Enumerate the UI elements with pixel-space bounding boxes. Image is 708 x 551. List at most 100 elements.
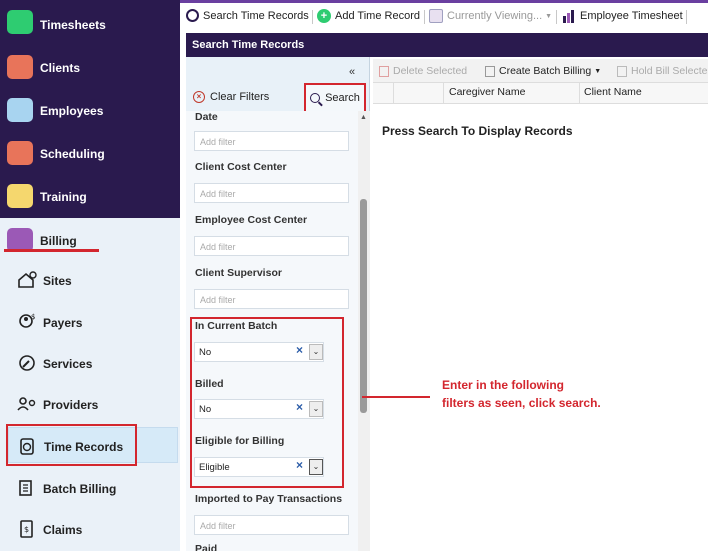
subnav-item-claims[interactable]: $ Claims (0, 511, 180, 547)
subnav-label: Sites (43, 274, 72, 288)
column-header-client[interactable]: Client Name (584, 86, 642, 98)
empty-state-message: Press Search To Display Records (382, 124, 573, 138)
nav-item-clients[interactable]: Clients (0, 49, 180, 85)
nav-item-timesheets[interactable]: Timesheets (0, 6, 180, 42)
caret-down-icon: ▼ (594, 67, 602, 75)
collapse-icon[interactable]: « (349, 66, 355, 78)
nav-label: Scheduling (40, 147, 105, 161)
column-divider (393, 83, 394, 104)
employee-timesheet-button[interactable]: Employee Timesheet (562, 9, 683, 23)
divider (312, 10, 313, 24)
scroll-up-icon[interactable]: ▲ (360, 114, 367, 121)
subnav-label: Payers (43, 316, 83, 330)
main-nav: Timesheets Clients Employees Scheduling … (0, 0, 180, 218)
nav-label: Timesheets (40, 18, 106, 32)
subnav-label: Claims (43, 523, 83, 537)
button-label: Add Time Record (335, 10, 420, 22)
annotation-box-filters (190, 317, 344, 488)
house-gear-icon (18, 271, 37, 288)
timesheets-icon (7, 10, 33, 34)
subnav-label: Batch Billing (43, 482, 117, 496)
grid-header: Caregiver Name Client Name (373, 83, 708, 104)
filter-label-paid: Paid (195, 543, 218, 551)
column-divider (579, 83, 580, 104)
hold-bill-selected-button[interactable]: Hold Bill Selecte (617, 65, 707, 77)
create-batch-billing-button[interactable]: Create Batch Billing ▼ (485, 65, 601, 77)
nav-item-employees[interactable]: Employees (0, 92, 180, 128)
button-label: Create Batch Billing (499, 65, 592, 77)
annotation-line-1: Enter in the following (442, 378, 564, 392)
filter-label-client-supervisor: Client Supervisor (195, 267, 282, 279)
button-label: Search (325, 92, 360, 104)
button-label: Clear Filters (210, 91, 270, 103)
subnav-label: Services (43, 357, 93, 371)
filter-label-employee-cost-center: Employee Cost Center (195, 214, 308, 226)
search-icon (310, 93, 321, 103)
nav-item-billing[interactable]: Billing (0, 222, 180, 258)
person-key-icon (17, 397, 36, 411)
search-icon (186, 9, 199, 22)
bar-chart-icon (563, 10, 574, 23)
billing-label: Billing (40, 234, 77, 248)
annotation-pointer-line (362, 396, 430, 398)
currently-viewing-dropdown[interactable]: Currently Viewing... ▼ (429, 9, 552, 23)
nav-item-scheduling[interactable]: Scheduling (0, 135, 180, 171)
divider (686, 10, 687, 24)
annotation-underline (4, 249, 99, 252)
annotation-text: Enter in the following filters as seen, … (442, 376, 601, 412)
filter-scrollbar[interactable]: ▲ (358, 111, 370, 551)
delete-selected-button[interactable]: Delete Selected (379, 65, 467, 77)
window-icon (429, 9, 443, 23)
filter-label-date: Date (195, 111, 218, 123)
column-header-caregiver[interactable]: Caregiver Name (449, 86, 525, 98)
subnav-item-payers[interactable]: $ Payers (0, 304, 180, 340)
subnav-label: Providers (43, 398, 99, 412)
subnav-item-services[interactable]: Services (0, 345, 180, 381)
calendar-icon (7, 141, 33, 165)
wrench-icon (19, 355, 35, 371)
search-button[interactable]: Search (304, 83, 366, 113)
person-dollar-icon: $ (19, 313, 35, 328)
folder-icon (7, 98, 33, 122)
nav-label: Training (40, 190, 87, 204)
document-dollar-icon: $ (20, 520, 33, 538)
panel-title: Search Time Records (186, 33, 708, 57)
add-time-record-button[interactable]: + Add Time Record (317, 9, 420, 23)
tab-label: Search Time Records (203, 9, 309, 22)
document-stack-icon (19, 480, 32, 496)
imported-to-pay-input[interactable]: Add filter (194, 515, 349, 535)
divider (424, 10, 425, 24)
employee-cost-center-input[interactable]: Add filter (194, 236, 349, 256)
svg-text:$: $ (24, 525, 29, 534)
svg-text:$: $ (31, 313, 35, 321)
column-divider (443, 83, 444, 104)
close-circle-icon: × (193, 91, 205, 103)
button-label: Employee Timesheet (580, 10, 683, 22)
trash-icon (379, 65, 389, 77)
subnav-item-batch-billing[interactable]: Batch Billing (0, 470, 180, 506)
search-time-records-tab[interactable]: Search Time Records (186, 9, 309, 22)
annotation-line-2: filters as seen, click search. (442, 396, 601, 410)
button-label: Hold Bill Selecte (631, 65, 708, 77)
table-icon (617, 65, 627, 77)
filter-label-client-cost-center: Client Cost Center (195, 161, 287, 173)
scroll-thumb[interactable] (360, 199, 367, 413)
client-cost-center-input[interactable]: Add filter (194, 183, 349, 203)
clear-filters-button[interactable]: × Clear Filters (193, 91, 269, 103)
divider (556, 10, 557, 24)
folder-icon (7, 184, 33, 208)
nav-label: Employees (40, 104, 104, 118)
date-filter-input[interactable]: Add filter (194, 131, 349, 151)
caret-down-icon: ▼ (545, 12, 553, 20)
folder-icon (7, 55, 33, 79)
subnav-item-sites[interactable]: Sites (0, 262, 180, 298)
nav-item-training[interactable]: Training (0, 178, 180, 214)
nav-label: Clients (40, 61, 81, 75)
filter-label-imported-to-pay: Imported to Pay Transactions (195, 493, 343, 505)
client-supervisor-input[interactable]: Add filter (194, 289, 349, 309)
grid-toolbar: Delete Selected Create Batch Billing ▼ H… (373, 59, 708, 83)
subnav-item-providers[interactable]: Providers (0, 386, 180, 422)
button-label: Delete Selected (393, 65, 468, 77)
top-toolbar: Search Time Records + Add Time Record Cu… (180, 0, 708, 30)
annotation-box-time-records (6, 424, 137, 466)
